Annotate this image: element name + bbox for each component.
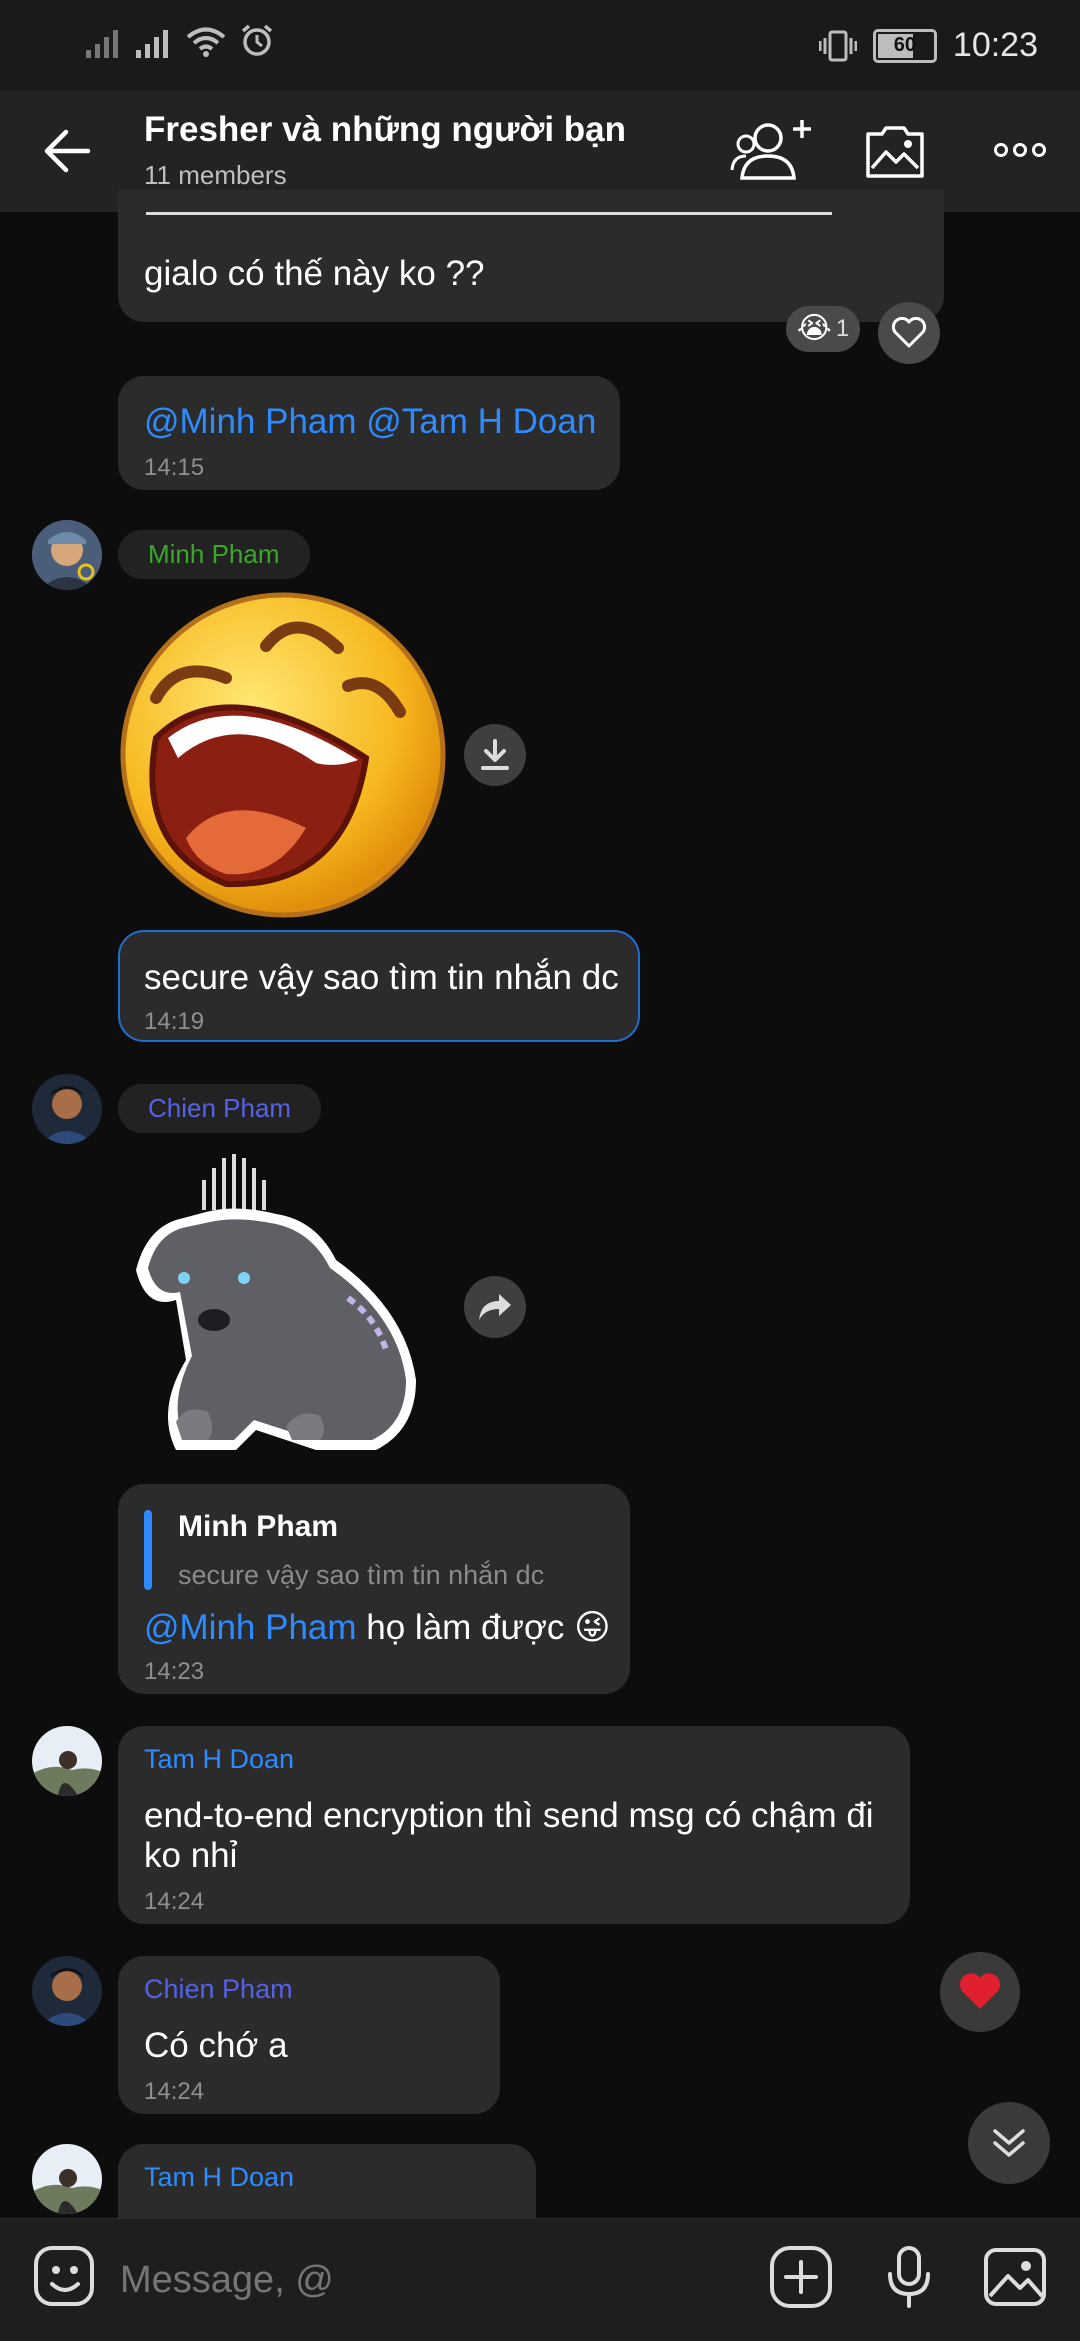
emoji-winking-tongue: 😜 bbox=[574, 1608, 611, 1647]
mention[interactable]: @Minh Pham bbox=[144, 402, 357, 441]
status-left bbox=[86, 24, 274, 58]
share-icon bbox=[479, 1294, 511, 1320]
avatar-image bbox=[32, 1074, 102, 1144]
gallery-button[interactable] bbox=[864, 122, 926, 185]
message-text: gialo có thế này ko ?? bbox=[144, 254, 485, 293]
heart-reaction-button[interactable] bbox=[940, 1952, 1020, 2032]
avatar-chien-pham[interactable] bbox=[32, 1956, 102, 2026]
vibrate-icon bbox=[818, 30, 857, 61]
laughing-sticker-image bbox=[120, 592, 446, 918]
message-text: secure vậy sao tìm tin nhắn dc bbox=[144, 958, 619, 997]
share-button[interactable] bbox=[464, 1276, 526, 1338]
message-time: 14:15 bbox=[144, 454, 205, 481]
avatar-image bbox=[32, 1956, 102, 2026]
sender-name[interactable]: Chien Pham bbox=[144, 1974, 293, 2005]
mic-icon bbox=[888, 2246, 930, 2308]
add-icon bbox=[770, 2246, 832, 2308]
message-body: họ làm được bbox=[356, 1608, 565, 1647]
voice-button[interactable] bbox=[886, 2244, 932, 2315]
quote-text[interactable]: secure vậy sao tìm tin nhắn dc bbox=[178, 1560, 544, 1591]
like-button[interactable] bbox=[878, 302, 940, 364]
gallery-icon bbox=[866, 126, 924, 178]
battery-icon: 60 bbox=[872, 28, 937, 63]
message-input[interactable] bbox=[118, 2258, 682, 2303]
quote-author[interactable]: Minh Pham bbox=[178, 1510, 338, 1544]
emoji-icon bbox=[34, 2246, 94, 2306]
sticker-puppy[interactable] bbox=[116, 1150, 452, 1471]
scroll-to-bottom-button[interactable] bbox=[968, 2102, 1050, 2184]
media-preview-edge bbox=[146, 212, 832, 215]
avatar-image bbox=[32, 520, 102, 590]
add-member-button[interactable] bbox=[730, 116, 816, 189]
message-time: 14:24 bbox=[144, 1888, 205, 1915]
download-icon bbox=[481, 739, 509, 770]
chat-title[interactable]: Fresher và những người bạn bbox=[144, 110, 626, 150]
avatar-image bbox=[32, 1726, 102, 1796]
wifi-icon bbox=[186, 27, 226, 57]
battery-level: 60 bbox=[893, 34, 917, 56]
reaction-count: 1 bbox=[835, 315, 850, 342]
mention[interactable]: @Tam H Doan bbox=[366, 402, 596, 441]
chevron-down-icon bbox=[993, 2129, 1025, 2157]
signal-icon bbox=[86, 30, 118, 58]
image-icon bbox=[984, 2248, 1046, 2306]
heart-outline-icon bbox=[891, 317, 927, 348]
sender-name[interactable]: Chien Pham bbox=[118, 1084, 322, 1133]
avatar-tam-h-doan[interactable] bbox=[32, 2144, 102, 2214]
attach-button[interactable] bbox=[768, 2244, 834, 2315]
message-time: 14:24 bbox=[144, 2078, 205, 2105]
signal-icon bbox=[136, 30, 168, 58]
more-icon bbox=[994, 143, 1046, 157]
avatar-chien-pham[interactable] bbox=[32, 1074, 102, 1144]
mention[interactable]: @Minh Pham bbox=[144, 1608, 357, 1647]
puppy-sticker-image bbox=[136, 1154, 416, 1450]
message-time: 14:23 bbox=[144, 1658, 205, 1685]
sender-name[interactable]: Minh Pham bbox=[118, 530, 310, 579]
back-arrow-icon bbox=[44, 129, 91, 173]
message-text: @Minh Pham họ làm được 😜 bbox=[144, 1608, 611, 1648]
back-button[interactable] bbox=[40, 126, 96, 181]
alarm-icon bbox=[241, 24, 273, 56]
sticker-laughing[interactable] bbox=[116, 588, 450, 927]
avatar-minh-pham[interactable] bbox=[32, 520, 102, 590]
heart-icon bbox=[959, 1973, 1001, 2009]
quote-bar bbox=[144, 1510, 152, 1590]
image-button[interactable] bbox=[982, 2244, 1048, 2315]
download-button[interactable] bbox=[464, 724, 526, 786]
sender-name[interactable]: Tam H Doan bbox=[144, 1744, 294, 1775]
message-text: @Minh Pham @Tam H Doan bbox=[144, 402, 596, 442]
message-text: Có chớ a bbox=[144, 2026, 288, 2065]
add-member-icon bbox=[730, 120, 811, 180]
crying-emoji-icon: 😭 bbox=[796, 312, 832, 345]
message-time: 14:19 bbox=[144, 1008, 205, 1035]
emoji-button[interactable] bbox=[32, 2244, 98, 2315]
avatar-tam-h-doan[interactable] bbox=[32, 1726, 102, 1796]
avatar-image bbox=[32, 2144, 102, 2214]
sender-name[interactable]: Tam H Doan bbox=[144, 2162, 294, 2193]
message-text: end-to-end encryption thì send msg có ch… bbox=[144, 1796, 874, 1875]
member-count[interactable]: 11 members bbox=[144, 160, 287, 191]
clock: 10:23 bbox=[952, 26, 1038, 64]
reaction-badge[interactable]: 😭 1 bbox=[786, 306, 860, 352]
status-right: 60 10:23 bbox=[818, 26, 1038, 65]
more-options-button[interactable] bbox=[994, 140, 1046, 165]
